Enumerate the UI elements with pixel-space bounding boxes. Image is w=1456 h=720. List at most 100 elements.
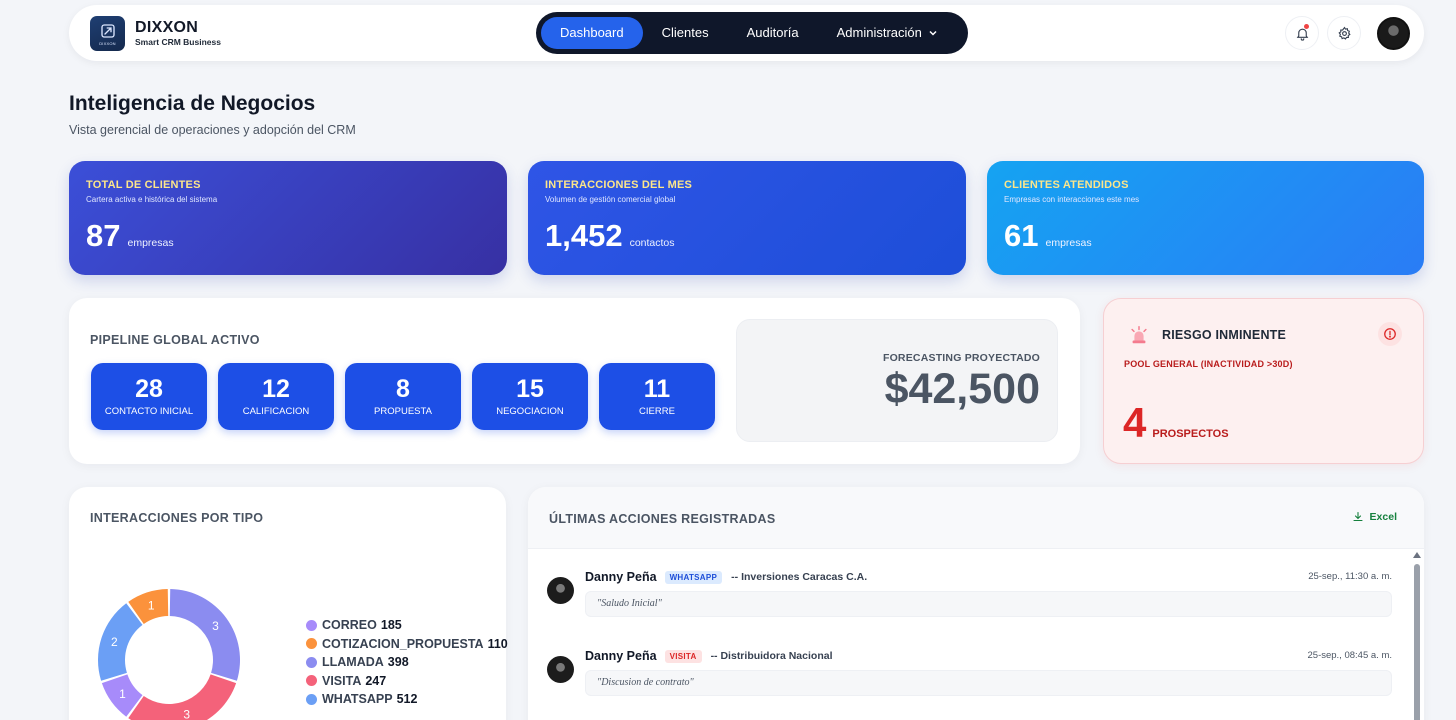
settings-button[interactable] [1327,16,1361,50]
donut-slice-label: 3 [212,619,219,633]
avatar [547,577,574,604]
legend-value: 110 [487,636,508,651]
stage-label: CALIFICACION [242,406,310,417]
action-user: Danny Peña [585,649,657,663]
kpi-title: TOTAL DE CLIENTES [86,179,201,191]
scroll-thumb[interactable] [1414,564,1420,720]
nav-administracion-label: Administración [836,25,922,40]
kpi-unit: contactos [629,237,675,249]
risk-subtitle: POOL GENERAL (INACTIVIDAD >30D) [1124,359,1293,369]
brand-name: DIXXON [135,18,199,36]
kpi-unit: empresas [127,237,174,249]
page-subtitle: Vista gerencial de operaciones y adopció… [69,123,356,137]
stage-label: CIERRE [639,406,675,417]
recent-actions-card: ÚLTIMAS ACCIONES REGISTRADAS Excel Danny… [528,487,1424,720]
legend-value: 398 [387,655,409,670]
nav-administracion[interactable]: Administración [818,17,957,49]
risk-unit: PROSPECTOS [1152,428,1229,440]
action-user: Danny Peña [585,570,657,584]
notification-dot [1304,24,1309,29]
kpi-title: INTERACCIONES DEL MES [545,179,693,191]
notifications-button[interactable] [1285,16,1319,50]
nav-dashboard-label: Dashboard [560,25,624,40]
kpi-interacciones-mes: INTERACCIONES DEL MES Volumen de gestión… [528,161,966,275]
gear-icon [1337,26,1351,40]
logo-icon [100,23,115,38]
donut-slice[interactable] [128,674,237,720]
pipeline-title: PIPELINE GLOBAL ACTIVO [90,333,260,347]
channel-badge: WHATSAPP [664,570,723,584]
info-icon [1384,328,1396,340]
brand-tagline: Smart CRM Business [135,36,221,47]
legend-swatch [306,638,317,650]
donut-legend: CORREO 185 COTIZACION_PROPUESTA 110 LLAMADA 3… [306,616,508,709]
alarm-light-icon [1131,326,1147,344]
export-excel-button[interactable]: Excel [1352,511,1397,523]
risk-value: 4 [1123,399,1147,446]
legend-label: VISITA [322,673,362,688]
chevron-down-icon [929,30,937,36]
legend-item[interactable]: VISITA 247 [306,672,508,691]
nav-auditoria[interactable]: Auditoría [728,17,818,49]
legend-label: COTIZACION_PROPUESTA [322,636,484,651]
donut-slice-label: 2 [111,635,118,649]
kpi-subtitle: Volumen de gestión comercial global [545,195,676,204]
donut-slice[interactable] [98,603,143,681]
kpi-subtitle: Cartera activa e histórica del sistema [86,195,218,204]
kpi-subtitle: Empresas con interacciones este mes [1004,195,1140,204]
nav-auditoria-label: Auditoría [746,25,799,40]
legend-item[interactable]: COTIZACION_PROPUESTA 110 [306,635,508,654]
recent-actions-title: ÚLTIMAS ACCIONES REGISTRADAS [549,512,776,526]
kpi-value: 1,452 [545,218,623,253]
stage-count: 8 [396,375,410,403]
brand[interactable]: DIXXON DIXXON Smart CRM Business [90,16,221,51]
kpi-value: 61 [1004,218,1039,253]
forecast-label: FORECASTING PROYECTADO [882,352,1040,364]
interaction-types-title: INTERACCIONES POR TIPO [90,511,264,525]
stage-label: NEGOCIACION [496,406,564,417]
action-note: "Discusion de contrato" [585,670,1392,696]
donut-slice-label: 1 [119,687,126,701]
export-excel-label: Excel [1369,511,1397,523]
stage-cierre[interactable]: 11 CIERRE [599,363,715,430]
kpi-unit: empresas [1045,237,1092,249]
legend-swatch [306,693,317,705]
top-navbar: DIXXON DIXXON Smart CRM Business Dashboa… [69,5,1424,61]
legend-value: 247 [365,673,387,688]
scrollbar[interactable] [1413,552,1421,720]
legend-item[interactable]: LLAMADA 398 [306,653,508,672]
user-avatar[interactable] [1377,16,1410,50]
pipeline-stages: 28 CONTACTO INICIAL 12 CALIFICACION 8 PR… [91,363,726,430]
nav-clientes-label: Clientes [661,25,709,40]
legend-item[interactable]: WHATSAPP 512 [306,690,508,709]
stage-label: CONTACTO INICIAL [104,406,194,417]
action-company: -- Inversiones Caracas C.A. [731,571,868,583]
legend-label: LLAMADA [322,655,384,670]
nav-clientes[interactable]: Clientes [643,17,728,49]
stage-count: 11 [643,375,671,403]
stage-count: 12 [262,375,290,403]
legend-value: 512 [396,692,418,707]
action-note: "Saludo Inicial" [585,591,1392,617]
channel-badge: VISITA [664,649,702,663]
legend-swatch [306,675,317,687]
scroll-up-arrow[interactable] [1413,552,1421,558]
page-title: Inteligencia de Negocios [69,92,316,115]
forecast-value: $42,500 [884,365,1040,413]
donut-chart[interactable]: 3 3 1 2 1 [94,585,244,720]
risk-info-button[interactable] [1378,322,1402,346]
stage-calificacion[interactable]: 12 CALIFICACION [218,363,334,430]
donut-slice[interactable] [169,589,240,681]
legend-swatch [306,656,317,668]
nav-dashboard[interactable]: Dashboard [541,17,643,49]
stage-propuesta[interactable]: 8 PROPUESTA [345,363,461,430]
action-time: 25-sep., 08:45 a. m. [1307,650,1393,661]
legend-item[interactable]: CORREO 185 [306,616,508,635]
donut-slice-label: 1 [148,598,155,612]
stage-negociacion[interactable]: 15 NEGOCIACION [472,363,588,430]
stage-contacto-inicial[interactable]: 28 CONTACTO INICIAL [91,363,207,430]
stage-count: 28 [135,375,163,403]
forecast-panel: FORECASTING PROYECTADO $42,500 [736,319,1058,442]
action-time: 25-sep., 11:30 a. m. [1308,571,1392,582]
risk-title: RIESGO INMINENTE [1162,328,1287,342]
